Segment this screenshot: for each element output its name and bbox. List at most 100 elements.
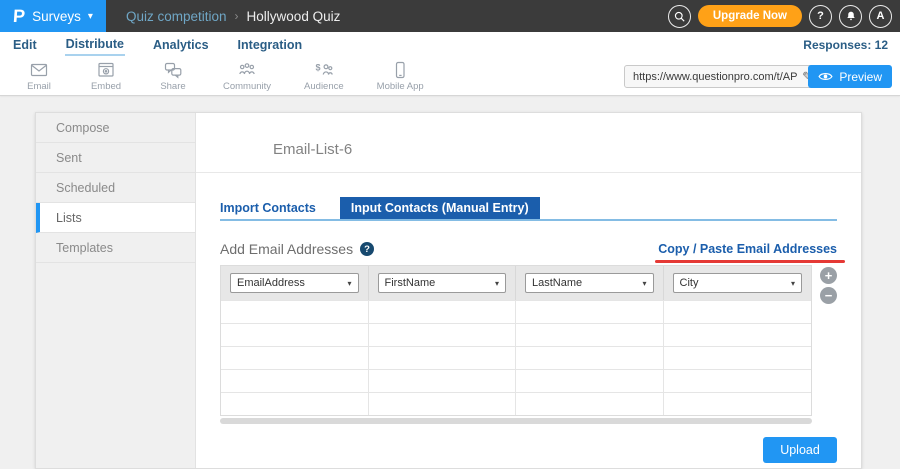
header-actions: Upgrade Now ? A bbox=[668, 0, 892, 32]
row-controls: + − bbox=[820, 265, 837, 416]
contacts-table-zone: EmailAddress ▾ FirstName ▾ bbox=[220, 265, 837, 416]
top-header: P Surveys ▾ Quiz competition › Hollywood… bbox=[0, 0, 900, 32]
audience-icon: $ bbox=[314, 60, 334, 80]
table-cell[interactable] bbox=[369, 347, 517, 369]
channel-mobile-app[interactable]: Mobile App bbox=[377, 60, 424, 92]
chevron-down-icon: ▾ bbox=[88, 11, 93, 22]
table-cell[interactable] bbox=[369, 370, 517, 392]
product-switcher[interactable]: P Surveys ▾ bbox=[0, 0, 106, 32]
nav-item-integration[interactable]: Integration bbox=[237, 35, 304, 55]
column-select-lastname[interactable]: LastName ▾ bbox=[525, 273, 654, 293]
survey-url-input[interactable] bbox=[625, 71, 802, 83]
table-row bbox=[221, 323, 811, 346]
table-cell[interactable] bbox=[221, 301, 369, 323]
upload-row: Upload bbox=[196, 437, 837, 463]
table-cell[interactable] bbox=[664, 347, 812, 369]
chevron-down-icon: ▾ bbox=[495, 279, 499, 288]
selected-option: LastName bbox=[532, 277, 582, 289]
horizontal-scrollbar[interactable] bbox=[220, 418, 812, 424]
nav-item-analytics[interactable]: Analytics bbox=[152, 35, 210, 55]
table-cell[interactable] bbox=[369, 301, 517, 323]
table-cell[interactable] bbox=[516, 301, 664, 323]
tab-import-contacts[interactable]: Import Contacts bbox=[220, 197, 326, 219]
channel-list: Email Embed Share Community $ Audience M… bbox=[0, 60, 424, 92]
breadcrumb-separator-icon: › bbox=[235, 9, 239, 23]
sidebar-item-compose[interactable]: Compose bbox=[36, 113, 195, 143]
copy-paste-label: Copy / Paste Email Addresses bbox=[658, 242, 837, 256]
table-cell[interactable] bbox=[664, 393, 812, 415]
selected-option: FirstName bbox=[385, 277, 436, 289]
column-header: LastName ▾ bbox=[516, 266, 664, 300]
column-select-city[interactable]: City ▾ bbox=[673, 273, 803, 293]
tab-input-contacts-manual-entry[interactable]: Input Contacts (Manual Entry) bbox=[340, 197, 540, 219]
sidebar-item-templates[interactable]: Templates bbox=[36, 233, 195, 263]
sidebar-item-sent[interactable]: Sent bbox=[36, 143, 195, 173]
page-background: Compose Sent Scheduled Lists Templates E… bbox=[0, 96, 900, 469]
annotation-underline bbox=[655, 260, 845, 263]
table-cell[interactable] bbox=[516, 370, 664, 392]
channel-label: Email bbox=[27, 81, 51, 92]
channel-label: Community bbox=[223, 81, 271, 92]
table-cell[interactable] bbox=[221, 347, 369, 369]
chevron-down-icon: ▾ bbox=[642, 279, 646, 288]
sidebar-item-lists[interactable]: Lists bbox=[36, 203, 195, 233]
nav-item-distribute[interactable]: Distribute bbox=[65, 34, 125, 56]
community-icon bbox=[237, 60, 257, 80]
table-cell[interactable] bbox=[221, 393, 369, 415]
selected-option: EmailAddress bbox=[237, 277, 305, 289]
table-header-row: EmailAddress ▾ FirstName ▾ bbox=[221, 266, 811, 300]
table-cell[interactable] bbox=[221, 370, 369, 392]
breadcrumb-parent[interactable]: Quiz competition bbox=[126, 9, 227, 24]
table-row bbox=[221, 346, 811, 369]
sidebar-item-scheduled[interactable]: Scheduled bbox=[36, 173, 195, 203]
channel-share[interactable]: Share bbox=[156, 60, 190, 92]
add-emails-header: Add Email Addresses ? Copy / Paste Email… bbox=[220, 241, 837, 257]
table-row bbox=[221, 369, 811, 392]
bell-icon bbox=[845, 10, 857, 22]
table-cell[interactable] bbox=[664, 324, 812, 346]
search-button[interactable] bbox=[668, 5, 691, 28]
contacts-tabs: Import Contacts Input Contacts (Manual E… bbox=[220, 197, 837, 221]
chevron-down-icon: ▾ bbox=[347, 279, 351, 288]
survey-url-field: ✎ bbox=[624, 65, 820, 88]
column-select-firstname[interactable]: FirstName ▾ bbox=[378, 273, 507, 293]
survey-nav: Edit Distribute Analytics Integration Re… bbox=[0, 32, 900, 57]
channel-label: Mobile App bbox=[377, 81, 424, 92]
account-button[interactable]: A bbox=[869, 5, 892, 28]
copy-paste-email-link[interactable]: Copy / Paste Email Addresses bbox=[658, 242, 837, 256]
table-cell[interactable] bbox=[664, 301, 812, 323]
search-icon bbox=[673, 10, 686, 23]
table-cell[interactable] bbox=[664, 370, 812, 392]
upgrade-now-button[interactable]: Upgrade Now bbox=[698, 5, 802, 27]
channel-email[interactable]: Email bbox=[22, 60, 56, 92]
column-header: FirstName ▾ bbox=[369, 266, 517, 300]
table-cell[interactable] bbox=[516, 324, 664, 346]
channel-label: Embed bbox=[91, 81, 121, 92]
table-cell[interactable] bbox=[369, 324, 517, 346]
chevron-down-icon: ▾ bbox=[791, 279, 795, 288]
remove-column-button[interactable]: − bbox=[820, 287, 837, 304]
channel-audience[interactable]: $ Audience bbox=[304, 60, 344, 92]
table-cell[interactable] bbox=[516, 393, 664, 415]
responses-count[interactable]: Responses: 12 bbox=[803, 38, 888, 52]
help-icon[interactable]: ? bbox=[360, 242, 374, 256]
table-cell[interactable] bbox=[369, 393, 517, 415]
table-row bbox=[221, 392, 811, 415]
add-column-button[interactable]: + bbox=[820, 267, 837, 284]
breadcrumb-current: Hollywood Quiz bbox=[247, 9, 341, 24]
notifications-button[interactable] bbox=[839, 5, 862, 28]
help-button[interactable]: ? bbox=[809, 5, 832, 28]
column-header: City ▾ bbox=[664, 266, 812, 300]
nav-item-edit[interactable]: Edit bbox=[12, 35, 38, 55]
list-content: Email-List-6 Import Contacts Input Conta… bbox=[196, 113, 861, 468]
svg-text:$: $ bbox=[315, 63, 320, 73]
table-cell[interactable] bbox=[516, 347, 664, 369]
share-icon bbox=[163, 60, 183, 80]
upload-button[interactable]: Upload bbox=[763, 437, 837, 463]
table-cell[interactable] bbox=[221, 324, 369, 346]
channel-embed[interactable]: Embed bbox=[89, 60, 123, 92]
channel-community[interactable]: Community bbox=[223, 60, 271, 92]
preview-button[interactable]: Preview bbox=[808, 65, 892, 88]
section-title: Add Email Addresses bbox=[220, 241, 353, 257]
column-select-emailaddress[interactable]: EmailAddress ▾ bbox=[230, 273, 359, 293]
